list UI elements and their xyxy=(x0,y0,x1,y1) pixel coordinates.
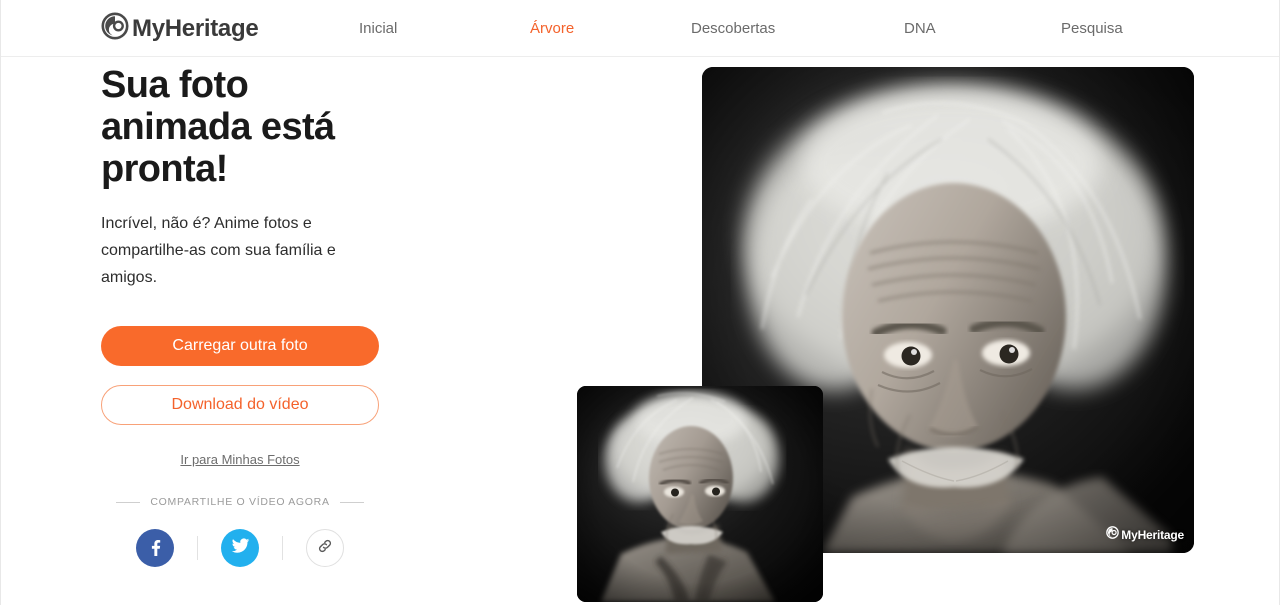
divider-rule-right xyxy=(339,501,364,503)
content-panel: Sua foto animada está pronta! Incrível, … xyxy=(101,64,401,567)
page-root: MyHeritage Inicial Árvore Descobertas DN… xyxy=(0,0,1280,605)
original-photo-thumbnail[interactable] xyxy=(577,386,823,602)
share-section-divider: COMPARTILHE O VÍDEO AGORA xyxy=(101,496,379,508)
brand-name: MyHeritage xyxy=(132,14,259,42)
nav-item-pesquisa[interactable]: Pesquisa xyxy=(1061,20,1123,37)
thumbnail-image xyxy=(577,386,823,602)
brand-logo[interactable]: MyHeritage xyxy=(101,12,259,45)
facebook-icon xyxy=(145,536,165,561)
myheritage-logo-icon xyxy=(101,12,129,45)
nav-item-dna[interactable]: DNA xyxy=(904,20,936,37)
share-copy-link-button[interactable] xyxy=(306,529,344,567)
nav-item-descobertas[interactable]: Descobertas xyxy=(691,20,775,37)
download-video-button[interactable]: Download do vídeo xyxy=(101,385,379,425)
nav-item-inicial[interactable]: Inicial xyxy=(359,20,397,37)
share-facebook-button[interactable] xyxy=(136,529,174,567)
twitter-icon xyxy=(230,535,251,561)
nav-item-arvore[interactable]: Árvore xyxy=(530,20,574,37)
media-panel: MyHeritage xyxy=(561,58,1280,605)
share-separator-1 xyxy=(197,536,198,560)
go-to-my-photos-link[interactable]: Ir para Minhas Fotos xyxy=(101,452,379,467)
site-header: MyHeritage Inicial Árvore Descobertas DN… xyxy=(1,0,1279,57)
page-title: Sua foto animada está pronta! xyxy=(101,64,335,190)
upload-another-photo-button[interactable]: Carregar outra foto xyxy=(101,326,379,366)
divider-rule-left xyxy=(116,501,141,503)
link-icon xyxy=(316,537,334,560)
share-section-label: COMPARTILHE O VÍDEO AGORA xyxy=(150,496,330,508)
share-twitter-button[interactable] xyxy=(221,529,259,567)
main-navigation: Inicial Árvore Descobertas DNA Pesquisa xyxy=(341,0,1151,57)
share-separator-2 xyxy=(282,536,283,560)
page-subtitle: Incrível, não é? Anime fotos e compartil… xyxy=(101,215,336,286)
share-buttons-row xyxy=(101,529,379,567)
